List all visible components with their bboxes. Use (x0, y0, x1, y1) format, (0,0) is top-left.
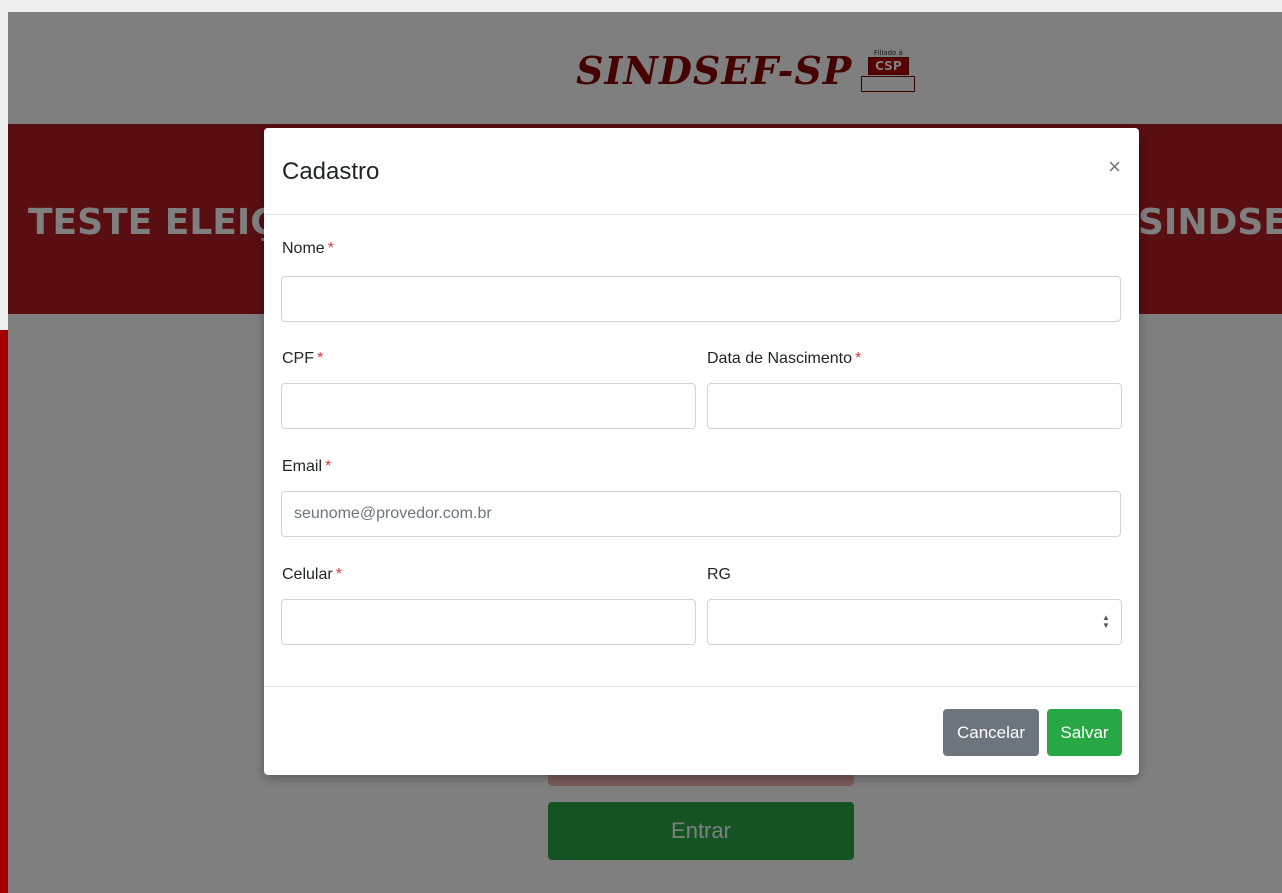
cancel-button[interactable]: Cancelar (943, 709, 1039, 756)
celular-label-text: Celular (282, 566, 333, 583)
save-button[interactable]: Salvar (1047, 709, 1122, 756)
side-accent-strip (0, 330, 8, 893)
data-nascimento-label-text: Data de Nascimento (707, 350, 852, 367)
nome-input[interactable] (281, 276, 1121, 322)
email-label: Email * (282, 458, 331, 476)
required-marker: * (327, 240, 334, 257)
celular-label: Celular * (282, 566, 342, 584)
data-nascimento-input[interactable] (707, 383, 1122, 429)
data-nascimento-label: Data de Nascimento * (707, 350, 861, 368)
cpf-label: CPF * (282, 350, 323, 368)
rg-label: RG (707, 566, 731, 584)
required-marker: * (335, 566, 342, 583)
required-marker: * (854, 350, 862, 367)
cpf-input[interactable] (281, 383, 696, 429)
cpf-label-text: CPF (282, 350, 314, 367)
rg-number-input[interactable] (707, 599, 1122, 645)
close-icon[interactable]: × (1108, 154, 1121, 180)
rg-label-text: RG (707, 566, 731, 583)
cadastro-modal: Cadastro × Nome * CPF * Data de Nascimento… (264, 128, 1139, 775)
required-marker: * (317, 350, 324, 367)
number-spinner-icon[interactable]: ▲ ▼ (1102, 614, 1110, 630)
email-label-text: Email (282, 458, 323, 475)
modal-header: Cadastro × (264, 128, 1139, 215)
celular-input[interactable] (281, 599, 696, 645)
modal-title: Cadastro (282, 158, 380, 185)
nome-label-text: Nome (282, 240, 325, 257)
nome-label: Nome * (282, 240, 334, 258)
email-field[interactable] (281, 491, 1121, 537)
required-marker: * (325, 458, 332, 475)
modal-footer: Cancelar Salvar (264, 686, 1139, 776)
rg-field-wrapper: ▲ ▼ (707, 599, 1122, 645)
